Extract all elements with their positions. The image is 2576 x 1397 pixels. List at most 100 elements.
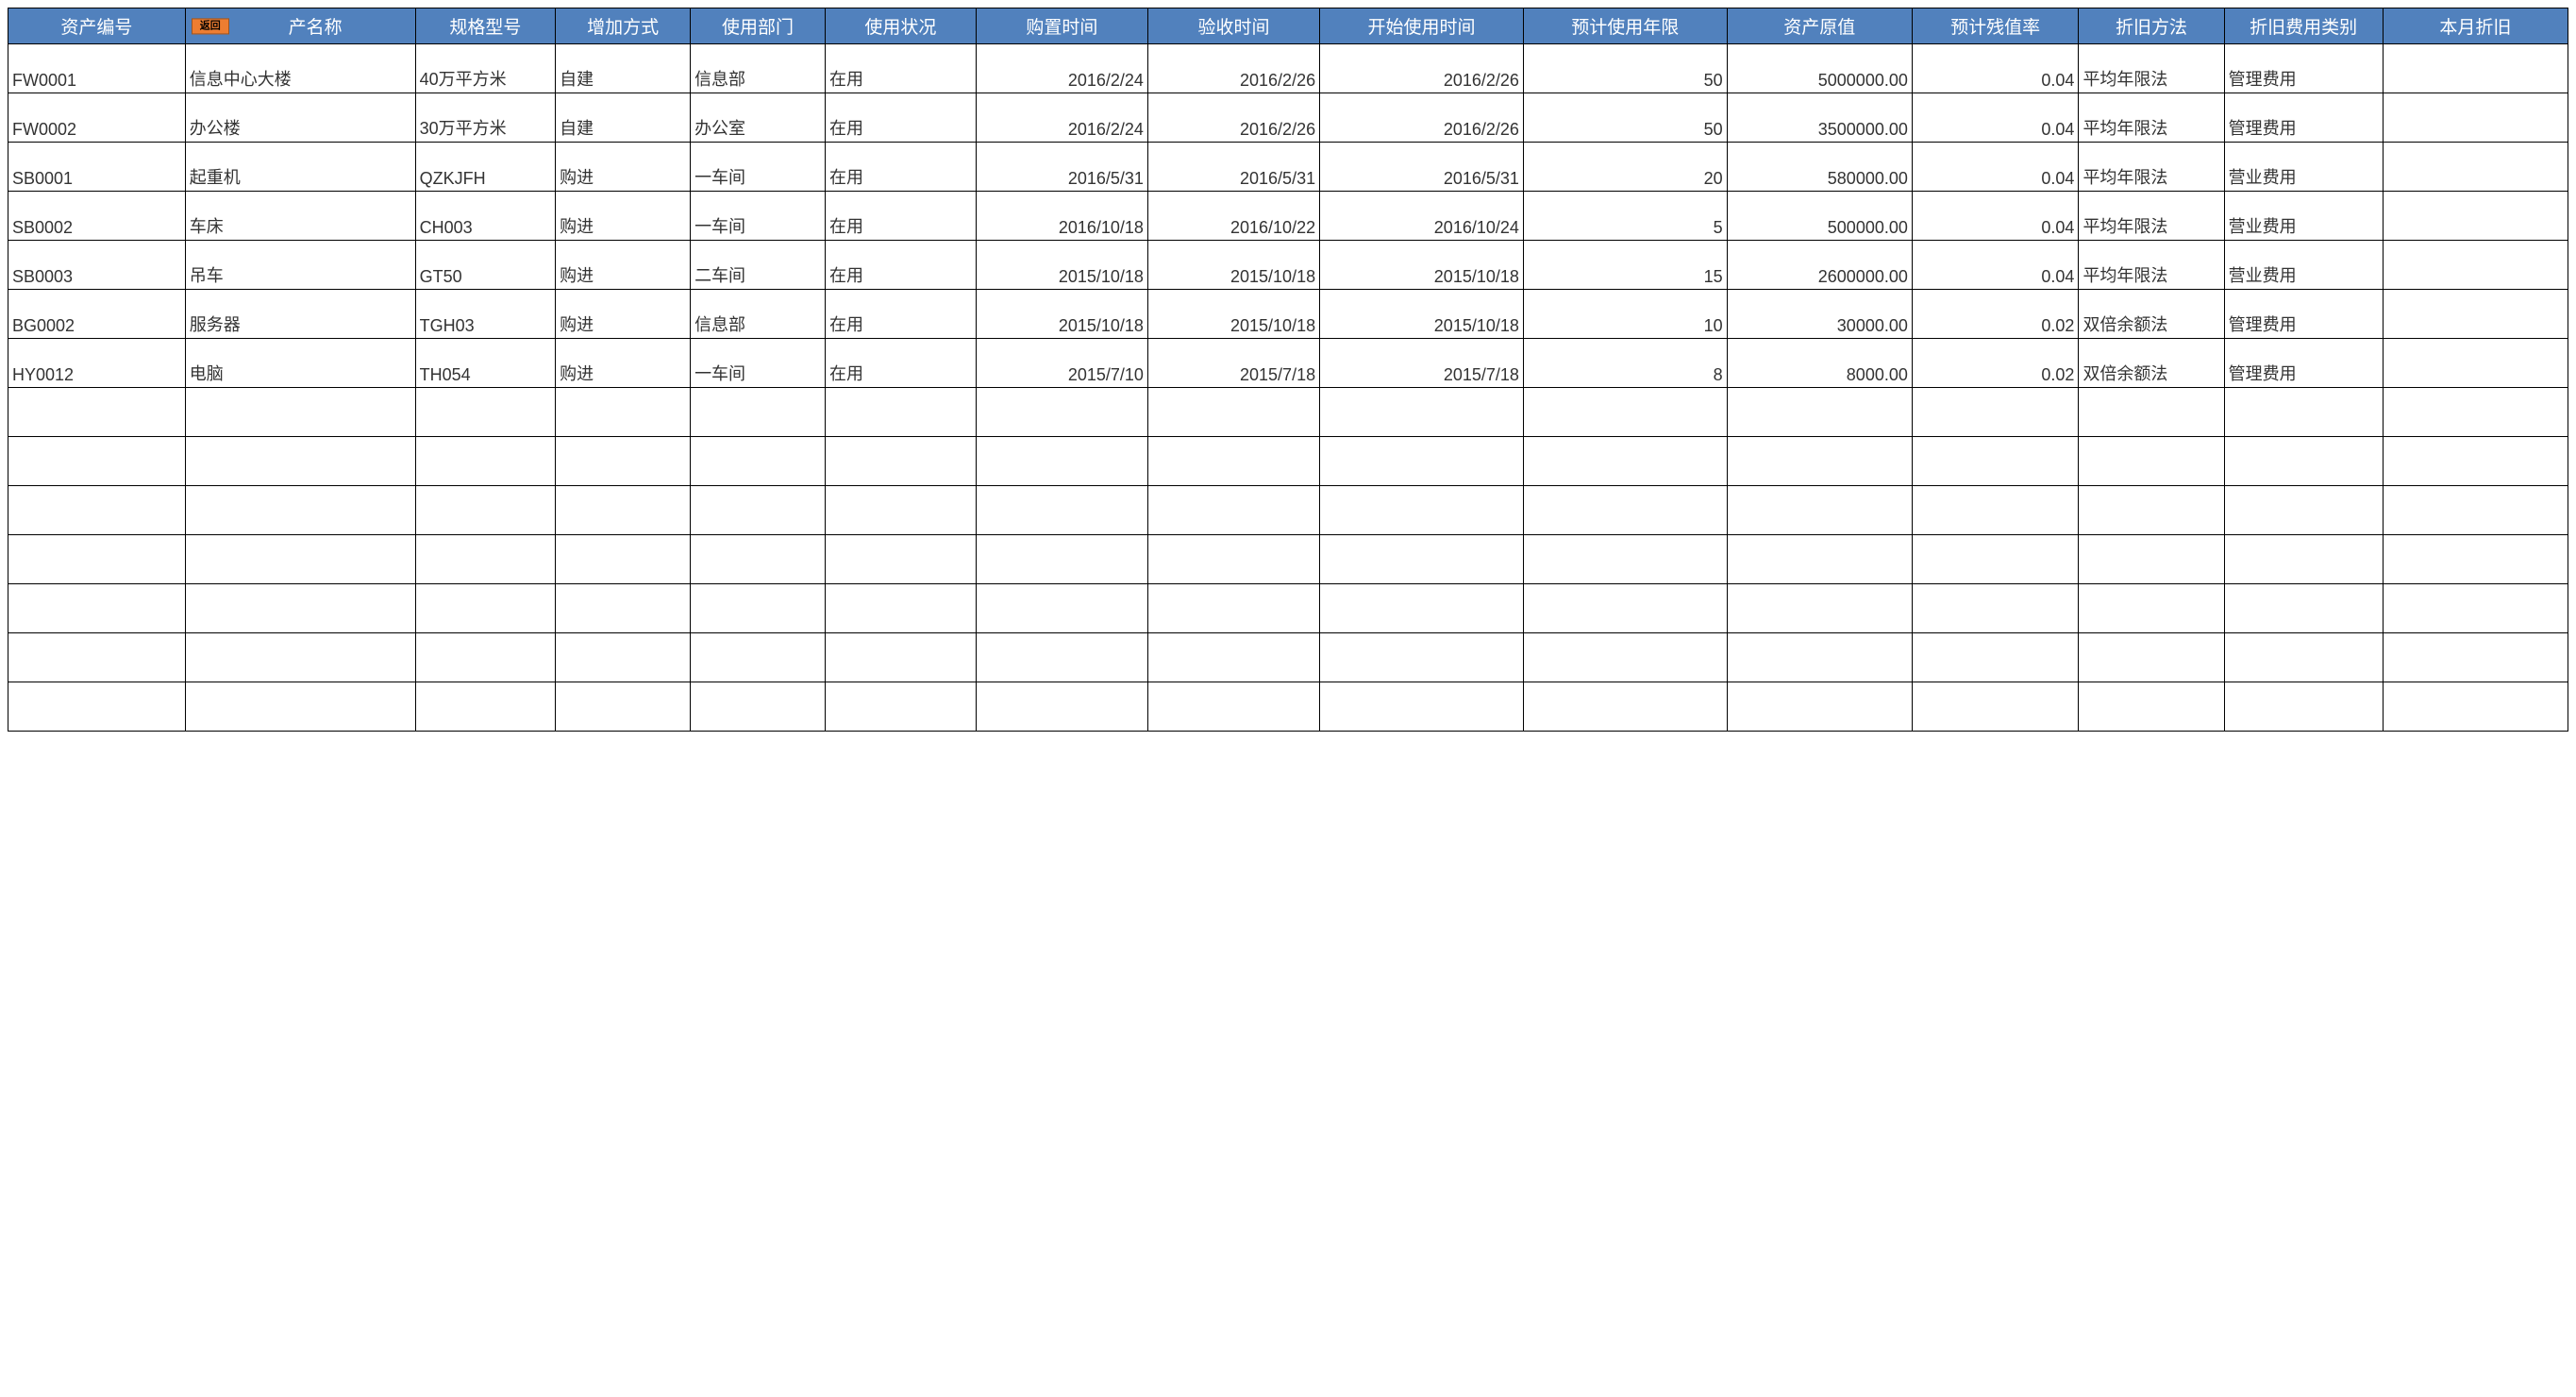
cell-exp_cat bbox=[2224, 388, 2383, 437]
cell-month_dep bbox=[2383, 44, 2568, 93]
cell-asset_id bbox=[8, 535, 186, 584]
cell-orig_val: 580000.00 bbox=[1727, 143, 1912, 192]
cell-start: 2015/10/18 bbox=[1320, 241, 1524, 290]
cell-life bbox=[1523, 535, 1727, 584]
cell-asset_name bbox=[185, 633, 415, 682]
header-residual: 预计残值率 bbox=[1912, 8, 2079, 44]
cell-add_method: 购进 bbox=[556, 143, 691, 192]
cell-purchase: 2015/10/18 bbox=[976, 290, 1147, 339]
header-exp-cat: 折旧费用类别 bbox=[2224, 8, 2383, 44]
cell-month_dep bbox=[2383, 437, 2568, 486]
cell-life bbox=[1523, 584, 1727, 633]
cell-orig_val bbox=[1727, 486, 1912, 535]
header-life: 预计使用年限 bbox=[1523, 8, 1727, 44]
cell-asset_id bbox=[8, 633, 186, 682]
cell-status: 在用 bbox=[826, 192, 977, 241]
cell-dep_method bbox=[2079, 682, 2224, 732]
cell-dep_method: 平均年限法 bbox=[2079, 143, 2224, 192]
cell-status: 在用 bbox=[826, 290, 977, 339]
cell-orig_val bbox=[1727, 388, 1912, 437]
cell-spec: 30万平方米 bbox=[415, 93, 556, 143]
cell-add_method bbox=[556, 535, 691, 584]
cell-month_dep bbox=[2383, 290, 2568, 339]
cell-exp_cat: 管理费用 bbox=[2224, 93, 2383, 143]
cell-asset_name: 办公楼 bbox=[185, 93, 415, 143]
cell-residual bbox=[1912, 437, 2079, 486]
cell-purchase: 2016/10/18 bbox=[976, 192, 1147, 241]
cell-spec bbox=[415, 535, 556, 584]
cell-exp_cat bbox=[2224, 486, 2383, 535]
header-purchase-date: 购置时间 bbox=[976, 8, 1147, 44]
cell-spec bbox=[415, 682, 556, 732]
cell-start: 2015/7/18 bbox=[1320, 339, 1524, 388]
cell-add_method: 购进 bbox=[556, 192, 691, 241]
cell-residual bbox=[1912, 388, 2079, 437]
table-row: SB0002车床CH003购进一车间在用2016/10/182016/10/22… bbox=[8, 192, 2568, 241]
cell-purchase bbox=[976, 486, 1147, 535]
cell-asset_name: 车床 bbox=[185, 192, 415, 241]
cell-residual bbox=[1912, 486, 2079, 535]
return-button[interactable]: 返回 bbox=[192, 18, 229, 34]
cell-spec: GT50 bbox=[415, 241, 556, 290]
cell-month_dep bbox=[2383, 339, 2568, 388]
cell-accept bbox=[1147, 682, 1319, 732]
cell-purchase: 2015/10/18 bbox=[976, 241, 1147, 290]
cell-start bbox=[1320, 584, 1524, 633]
cell-add_method bbox=[556, 437, 691, 486]
cell-accept: 2016/5/31 bbox=[1147, 143, 1319, 192]
cell-start: 2016/5/31 bbox=[1320, 143, 1524, 192]
cell-dept: 信息部 bbox=[691, 290, 826, 339]
header-asset-name-label: 产名称 bbox=[289, 13, 343, 39]
cell-start: 2016/10/24 bbox=[1320, 192, 1524, 241]
cell-purchase bbox=[976, 388, 1147, 437]
cell-month_dep bbox=[2383, 241, 2568, 290]
header-dept: 使用部门 bbox=[691, 8, 826, 44]
cell-exp_cat bbox=[2224, 535, 2383, 584]
cell-asset_name: 信息中心大楼 bbox=[185, 44, 415, 93]
cell-orig_val: 500000.00 bbox=[1727, 192, 1912, 241]
table-row bbox=[8, 682, 2568, 732]
cell-accept: 2016/10/22 bbox=[1147, 192, 1319, 241]
cell-dept: 信息部 bbox=[691, 44, 826, 93]
cell-orig_val: 3500000.00 bbox=[1727, 93, 1912, 143]
cell-dept bbox=[691, 486, 826, 535]
table-row: SB0001起重机QZKJFH购进一车间在用2016/5/312016/5/31… bbox=[8, 143, 2568, 192]
cell-accept: 2015/10/18 bbox=[1147, 241, 1319, 290]
header-accept-date: 验收时间 bbox=[1147, 8, 1319, 44]
cell-status: 在用 bbox=[826, 241, 977, 290]
table-row: FW0002办公楼30万平方米自建办公室在用2016/2/242016/2/26… bbox=[8, 93, 2568, 143]
cell-purchase: 2016/5/31 bbox=[976, 143, 1147, 192]
cell-asset_id: FW0001 bbox=[8, 44, 186, 93]
table-row: SB0003吊车GT50购进二车间在用2015/10/182015/10/182… bbox=[8, 241, 2568, 290]
cell-accept bbox=[1147, 437, 1319, 486]
cell-status bbox=[826, 535, 977, 584]
cell-life bbox=[1523, 388, 1727, 437]
cell-start bbox=[1320, 535, 1524, 584]
cell-add_method bbox=[556, 682, 691, 732]
cell-start bbox=[1320, 486, 1524, 535]
cell-add_method: 购进 bbox=[556, 339, 691, 388]
cell-accept: 2016/2/26 bbox=[1147, 44, 1319, 93]
cell-residual bbox=[1912, 633, 2079, 682]
cell-spec: QZKJFH bbox=[415, 143, 556, 192]
header-asset-id: 资产编号 bbox=[8, 8, 186, 44]
cell-start bbox=[1320, 437, 1524, 486]
cell-exp_cat bbox=[2224, 437, 2383, 486]
cell-dept bbox=[691, 437, 826, 486]
header-start-date: 开始使用时间 bbox=[1320, 8, 1524, 44]
cell-purchase bbox=[976, 633, 1147, 682]
table-row bbox=[8, 388, 2568, 437]
cell-asset_name: 吊车 bbox=[185, 241, 415, 290]
cell-dept: 一车间 bbox=[691, 339, 826, 388]
cell-dept: 二车间 bbox=[691, 241, 826, 290]
cell-life bbox=[1523, 633, 1727, 682]
table-row: FW0001信息中心大楼40万平方米自建信息部在用2016/2/242016/2… bbox=[8, 44, 2568, 93]
cell-dep_method bbox=[2079, 437, 2224, 486]
cell-asset_name bbox=[185, 535, 415, 584]
cell-life: 10 bbox=[1523, 290, 1727, 339]
cell-start bbox=[1320, 633, 1524, 682]
table-row bbox=[8, 535, 2568, 584]
cell-dept: 一车间 bbox=[691, 192, 826, 241]
cell-asset_id bbox=[8, 584, 186, 633]
cell-asset_name bbox=[185, 388, 415, 437]
